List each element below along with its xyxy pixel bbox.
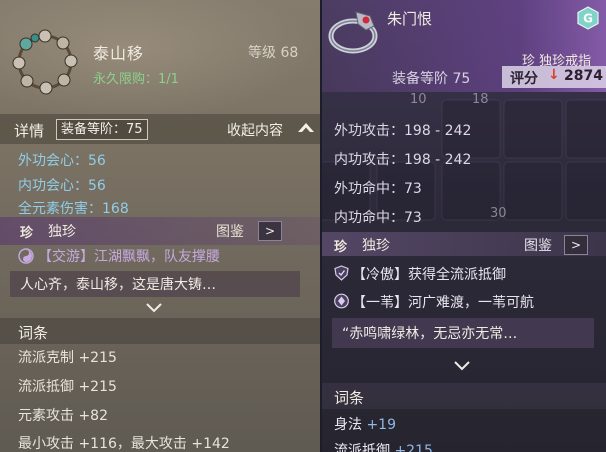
- stat-outer-crit: 外功会心：56: [18, 153, 106, 169]
- skill-line: 【一苇】河广难渡，一苇可航: [352, 295, 534, 311]
- unique-badge: 珍: [20, 226, 34, 241]
- entries-header: [322, 383, 606, 409]
- score-down-arrow-icon: ↓: [548, 67, 560, 83]
- attr-row: 最小攻击 +116，最大攻击 +142: [18, 436, 230, 452]
- item-title: 朱门恨: [387, 10, 433, 28]
- attr-row: 流派克制 +215: [18, 350, 117, 366]
- stat-outer-attack: 外功攻击：198 - 242: [334, 123, 472, 139]
- shield-icon: [334, 265, 349, 281]
- skill-line: 【交游】江湖飘飘，队友撑腰: [38, 249, 220, 265]
- atlas-label: 图鉴: [216, 224, 244, 240]
- dragon-ring-icon: [328, 11, 378, 54]
- attr-name: 身法: [334, 417, 362, 433]
- attr-value: +19: [366, 417, 396, 433]
- bead-bracelet-icon: [12, 29, 78, 95]
- unique-label: 独珍: [362, 238, 390, 254]
- attr-value: +215: [394, 443, 433, 452]
- svg-text:G: G: [583, 12, 593, 26]
- stat-inner-attack: 内功攻击：198 - 242: [334, 152, 472, 168]
- attr-row: 身法 +19: [334, 414, 396, 434]
- chevron-down-icon[interactable]: [454, 361, 470, 371]
- attr-row: 流派抵御 +215: [334, 440, 433, 452]
- attr-row: 流派抵御 +215: [18, 379, 117, 395]
- score-value: 2874: [564, 68, 603, 84]
- unique-badge: 珍: [334, 240, 348, 255]
- diamond-emblem-icon: [334, 293, 349, 309]
- chevron-up-icon[interactable]: [296, 118, 316, 136]
- collapse-button[interactable]: 收起内容: [227, 120, 283, 140]
- attr-row: 元素攻击 +82: [18, 408, 108, 424]
- stat-inner-crit: 内功会心：56: [18, 178, 106, 194]
- quality-badge-icon: G: [577, 6, 599, 30]
- grid-count: 10: [410, 92, 427, 107]
- equip-grade: 装备等阶 75: [392, 71, 471, 87]
- description-text: “赤鸣啸绿林，无忌亦无常…: [342, 326, 518, 342]
- item-tooltip-left: 泰山移 等级 68 永久限购：1/1 详情 装备等阶：75 收起内容 外功会心：…: [0, 0, 320, 452]
- description-text: 人心齐，泰山移，这是唐大铸…: [20, 277, 216, 293]
- item-level: 等级 68: [248, 45, 299, 61]
- chevron-down-icon[interactable]: [146, 303, 162, 313]
- entries-label: 词条: [18, 324, 49, 342]
- equip-grade-badge: 装备等阶：75: [56, 119, 148, 140]
- atlas-label: 图鉴: [524, 238, 552, 254]
- stat-inner-hit: 内功命中：73: [334, 210, 422, 226]
- item-tooltip-right: 10 18 30 朱门恨 G 珍 独珍戒指 装备等阶 75 评分 ↓ 2874 …: [322, 0, 606, 452]
- unique-label: 独珍: [48, 224, 76, 240]
- skill-line: 【冷傲】获得全流派抵御: [352, 267, 506, 283]
- grid-count: 18: [472, 92, 489, 107]
- swirl-icon: [18, 248, 34, 264]
- buy-limit: 永久限购：1/1: [93, 72, 179, 87]
- details-label: 详情: [14, 122, 45, 140]
- stat-element-damage: 全元素伤害：168: [18, 201, 129, 217]
- stat-outer-hit: 外功命中：73: [334, 181, 422, 197]
- item-title: 泰山移: [93, 44, 145, 63]
- attr-name: 流派抵御: [334, 443, 390, 452]
- score-label: 评分: [510, 71, 538, 87]
- entries-label: 词条: [334, 389, 365, 407]
- atlas-arrow-button[interactable]: >: [564, 235, 588, 255]
- grid-count: 30: [490, 206, 507, 221]
- atlas-arrow-button[interactable]: >: [258, 221, 282, 241]
